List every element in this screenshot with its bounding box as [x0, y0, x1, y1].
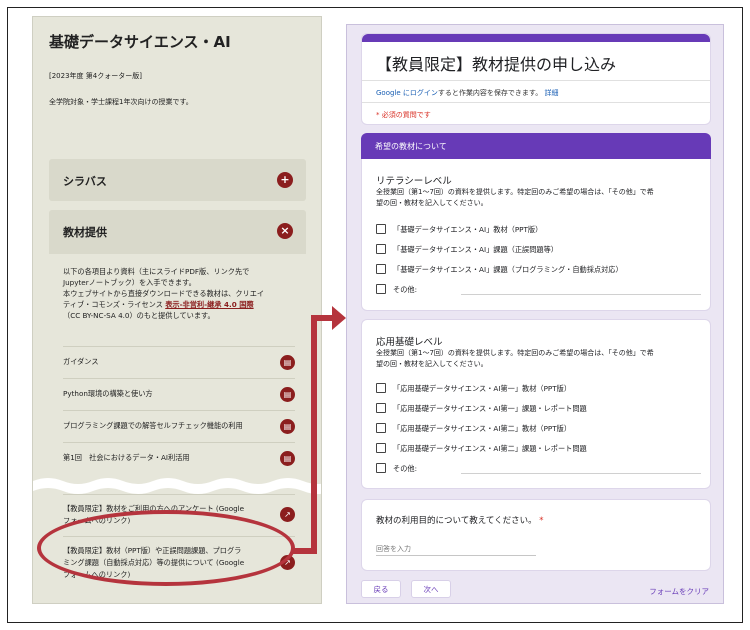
- google-form-panel: 【教員限定】教材提供の申し込み Google にログインすると作業内容を保存でき…: [346, 24, 724, 604]
- other-text-field[interactable]: [461, 473, 701, 474]
- link-python-setup[interactable]: Python環境の構築と使い方 ▤: [63, 378, 295, 408]
- applied-question-card: 応用基礎レベル 全授業回（第1～7回）の資料を提供します。特定回のみご希望の場合…: [361, 319, 711, 489]
- detail-link[interactable]: 詳細: [544, 89, 558, 97]
- purpose-question-card: 教材の利用目的について教えてください。 * 回答を入力: [361, 499, 711, 571]
- login-link[interactable]: Google にログイン: [376, 89, 438, 97]
- checkbox[interactable]: [376, 224, 386, 234]
- license-link[interactable]: 表示-非営利-継承 4.0 国際: [165, 300, 253, 309]
- close-icon[interactable]: ×: [277, 223, 293, 239]
- applied-description: 全授業回（第1～7回）の資料を提供します。特定回のみご希望の場合は、「その他」で…: [376, 349, 654, 368]
- accordion-syllabus[interactable]: シラバス +: [49, 159, 306, 201]
- edition-label: [2023年度 第4クォーター版]: [49, 72, 142, 80]
- link-self-check[interactable]: プログラミング課題での解答セルフチェック機能の利用 ▤: [63, 410, 295, 440]
- torn-divider: [33, 478, 321, 494]
- materials-description: 以下の各項目より資料（主にスライドPDF版、リンク先で Jupyterノートブッ…: [63, 267, 265, 320]
- checkbox[interactable]: [376, 383, 386, 393]
- applied-option-other[interactable]: その他:: [376, 463, 701, 475]
- checkbox[interactable]: [376, 403, 386, 413]
- form-header-card: 【教員限定】教材提供の申し込み Google にログインすると作業内容を保存でき…: [361, 33, 711, 125]
- required-note: * 必須の質問です: [376, 111, 431, 119]
- literacy-option-other[interactable]: その他:: [376, 284, 701, 296]
- plus-icon[interactable]: +: [277, 172, 293, 188]
- course-title: 基礎データサイエンス・AI: [49, 33, 231, 51]
- form-title: 【教員限定】教材提供の申し込み: [376, 55, 617, 74]
- purpose-input-underline: [376, 555, 536, 556]
- pdf-icon: ▤: [280, 387, 295, 402]
- materials-header[interactable]: 教材提供 ×: [49, 210, 306, 252]
- literacy-question-card: リテラシーレベル 全授業回（第1～7回）の資料を提供します。特定回のみご希望の場…: [361, 159, 711, 311]
- checkbox[interactable]: [376, 443, 386, 453]
- checkbox[interactable]: [376, 264, 386, 274]
- link-guidance[interactable]: ガイダンス ▤: [63, 346, 295, 376]
- audience-label: 全学院対象・学士課程1年次向けの授業です。: [49, 98, 193, 106]
- applied-title: 応用基礎レベル: [376, 337, 443, 348]
- pdf-icon: ▤: [280, 355, 295, 370]
- highlight-ellipse: [37, 510, 295, 586]
- purpose-title: 教材の利用目的について教えてください。 *: [376, 516, 544, 526]
- checkbox[interactable]: [376, 284, 386, 294]
- literacy-description: 全授業回（第1～7回）の資料を提供します。特定回のみご希望の場合は、「その他」で…: [376, 188, 654, 207]
- back-button[interactable]: 戻る: [361, 580, 401, 598]
- next-button[interactable]: 次へ: [411, 580, 451, 598]
- clear-form-button[interactable]: フォームをクリア: [649, 586, 709, 597]
- link-lecture-1[interactable]: 第1回 社会におけるデータ・AI利活用 ▤: [63, 442, 295, 472]
- syllabus-label: シラバス: [63, 175, 107, 188]
- pdf-icon: ▤: [280, 451, 295, 466]
- materials-label: 教材提供: [63, 226, 107, 239]
- external-link-icon: ↗: [280, 507, 295, 522]
- purpose-input[interactable]: 回答を入力: [376, 544, 411, 554]
- literacy-title: リテラシーレベル: [376, 176, 452, 187]
- checkbox[interactable]: [376, 423, 386, 433]
- checkbox[interactable]: [376, 244, 386, 254]
- checkbox[interactable]: [376, 463, 386, 473]
- other-text-field[interactable]: [461, 294, 701, 295]
- login-notice: Google にログインすると作業内容を保存できます。 詳細: [376, 89, 559, 97]
- section-header: 希望の教材について: [361, 133, 711, 159]
- pdf-icon: ▤: [280, 419, 295, 434]
